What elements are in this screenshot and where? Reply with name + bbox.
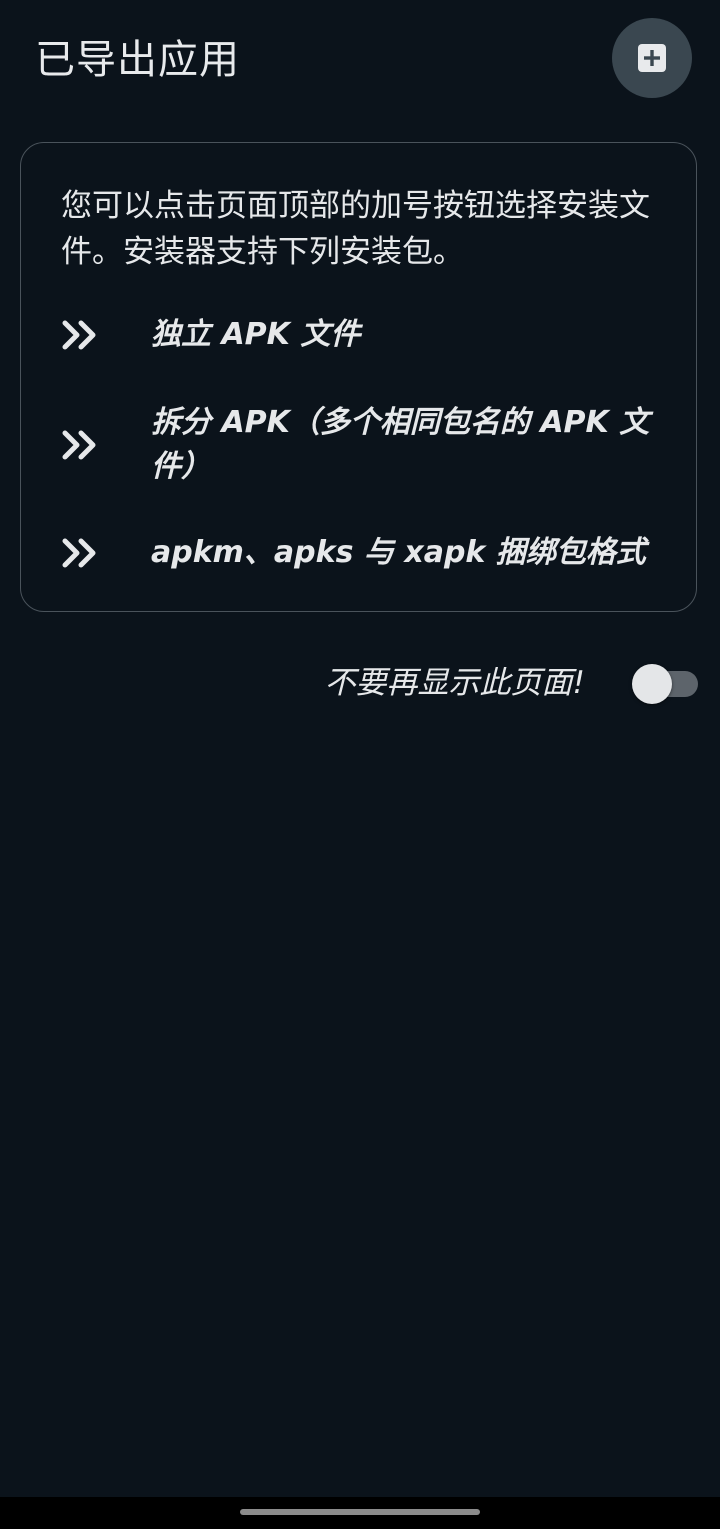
format-label: apkm、apks 与 xapk 捆绑包格式 [151,535,646,570]
dont-show-again-toggle[interactable] [632,664,698,704]
home-indicator[interactable] [240,1509,480,1515]
format-label: 独立 APK 文件 [151,317,361,352]
dont-show-again-label: 不要再显示此页面! [324,665,585,701]
system-nav-bar [0,1497,720,1529]
double-chevron-right-icon [62,320,96,350]
screen: 已导出应用 您可以点击页面顶部的加号按钮选择安装文件。安装器支持下列安装包。 独… [0,0,720,1529]
info-card: 您可以点击页面顶部的加号按钮选择安装文件。安装器支持下列安装包。 独立 APK … [20,142,697,612]
format-item-split-apk: 拆分 APK（多个相同包名的 APK 文件） [21,401,698,489]
format-item-bundle: apkm、apks 与 xapk 捆绑包格式 [21,531,698,575]
dont-show-again-row: 不要再显示此页面! [0,655,720,711]
add-box-icon [638,44,666,72]
add-file-button[interactable] [612,18,692,98]
double-chevron-right-icon [62,538,96,568]
format-item-standalone-apk: 独立 APK 文件 [21,313,698,357]
card-intro-text: 您可以点击页面顶部的加号按钮选择安装文件。安装器支持下列安装包。 [61,188,650,270]
format-label: 拆分 APK（多个相同包名的 APK 文件） [151,405,650,484]
double-chevron-right-icon [62,430,96,460]
header: 已导出应用 [0,0,720,120]
toggle-thumb [632,664,672,704]
page-title: 已导出应用 [35,37,240,83]
